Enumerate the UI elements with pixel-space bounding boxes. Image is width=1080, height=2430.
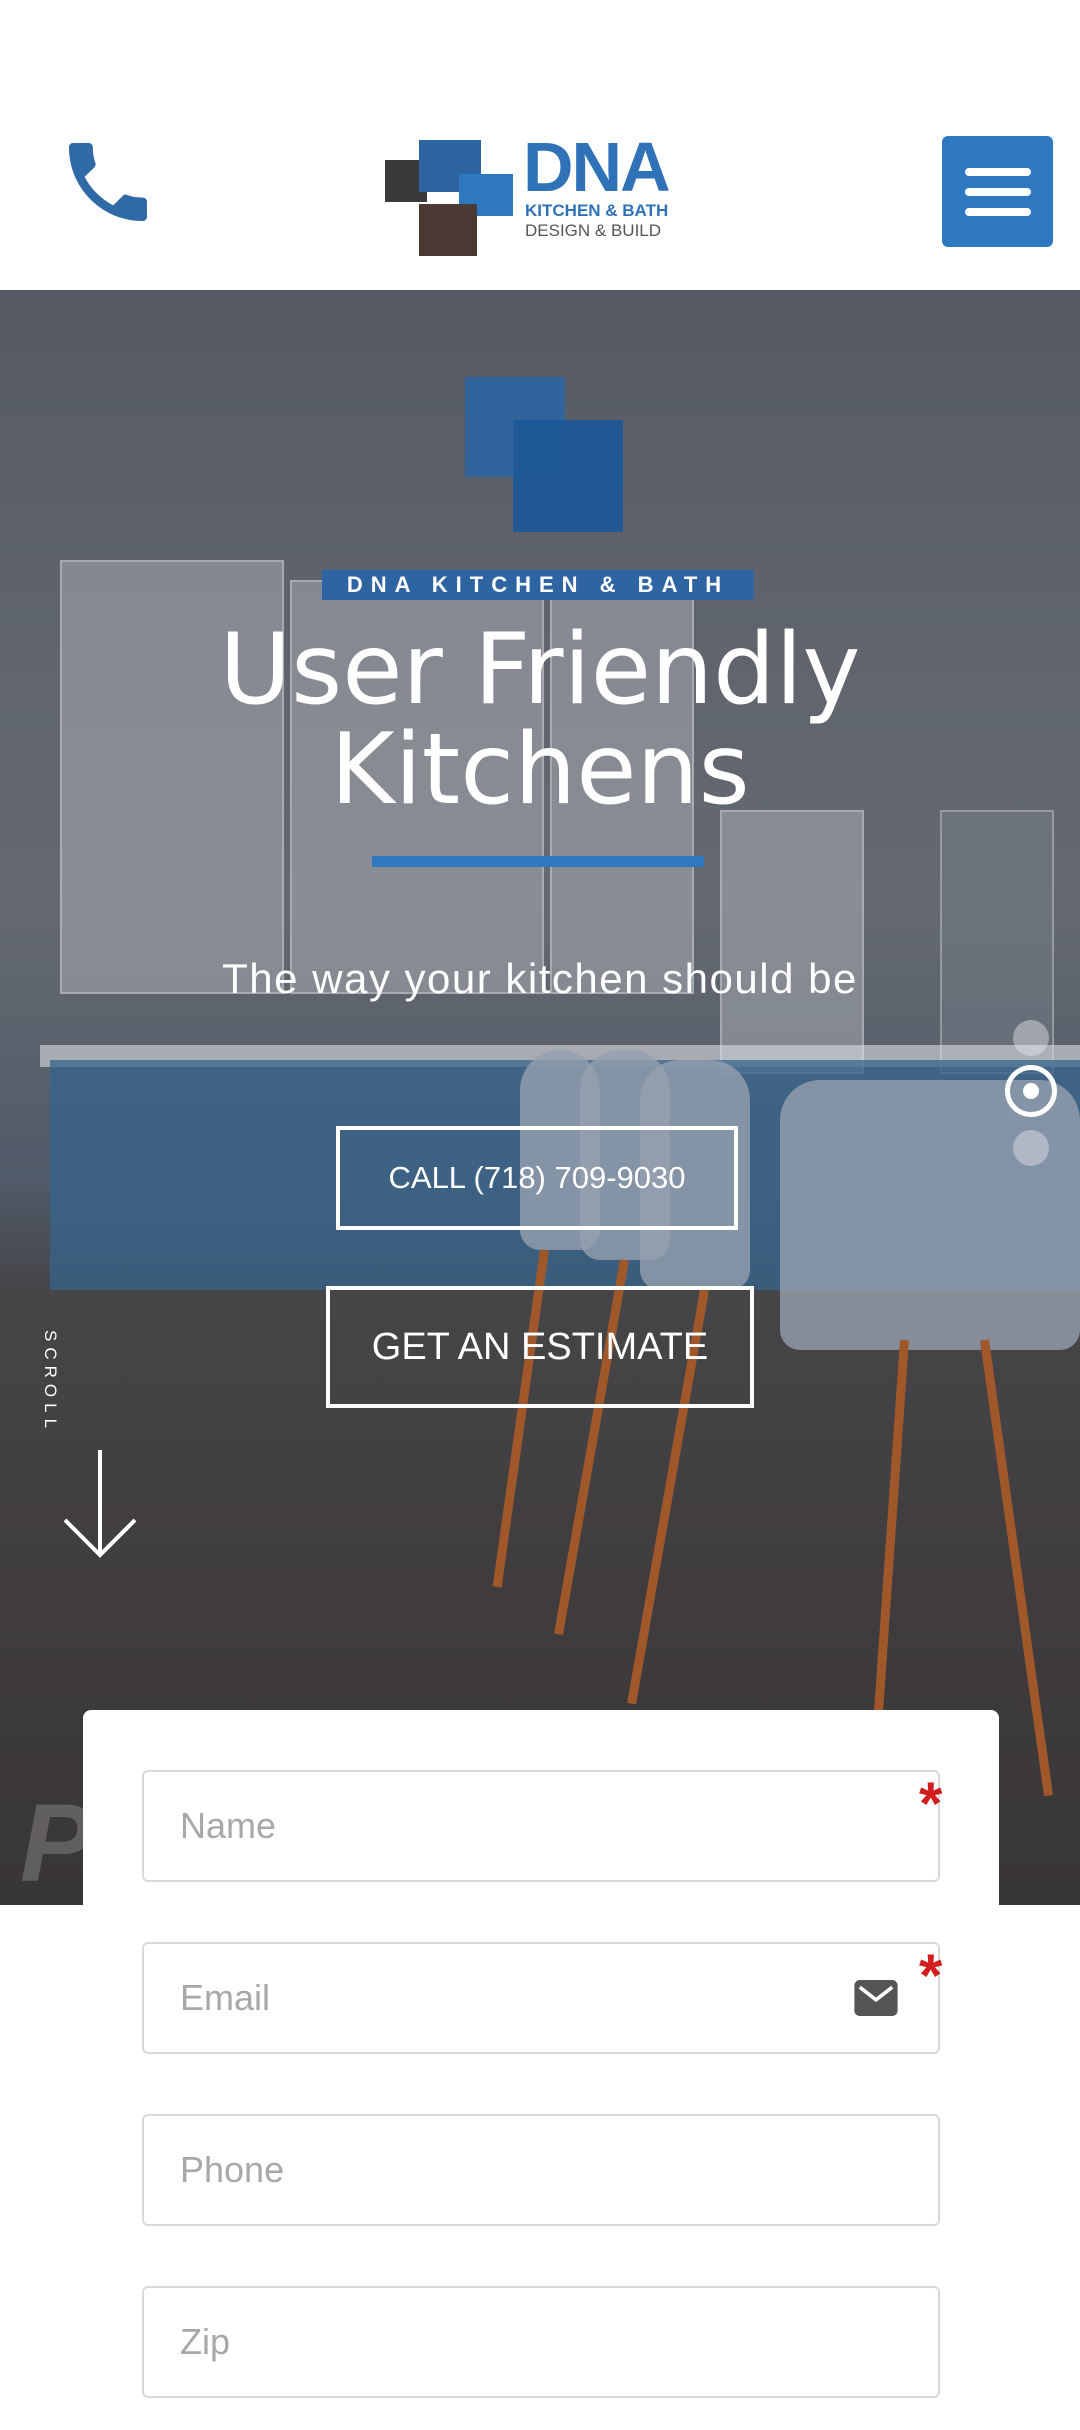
required-mark: * [919,1942,943,2009]
logo-square-brown [419,204,477,256]
scroll-label: SCROLL [41,1330,60,1435]
slider-dot-active[interactable] [1005,1065,1057,1117]
hamburger-menu-icon [965,208,1031,216]
hamburger-menu-icon [965,168,1031,176]
hero-subtitle: The way your kitchen should be [222,955,858,1002]
required-mark: * [919,1770,943,1837]
background-cabinet [720,810,864,1074]
scroll-down-arrow-icon[interactable] [60,1450,140,1560]
call-button[interactable]: CALL (718) 709-9030 [336,1126,738,1230]
mail-icon [854,1980,898,2016]
email-field[interactable] [142,1942,940,2054]
slider-dot[interactable] [1013,1130,1049,1166]
phone-field[interactable] [142,2114,940,2226]
slider-dot[interactable] [1013,1020,1049,1056]
hero-tag: DNA KITCHEN & BATH [322,570,754,600]
menu-button[interactable] [942,136,1053,247]
site-header: DNA KITCHEN & BATH DESIGN & BUILD [0,0,1080,290]
name-field[interactable] [142,1770,940,1882]
hero-section: DNA KITCHEN & BATH User Friendly Kitchen… [0,290,1080,1905]
logo-brand-text: DNA [523,128,671,206]
brand-logo[interactable]: DNA KITCHEN & BATH DESIGN & BUILD [385,132,695,256]
hero-title-line1: User Friendly [219,613,861,727]
logo-line1: KITCHEN & BATH [525,201,669,220]
hero-title: User Friendly Kitchens [0,620,1080,820]
phone-icon [69,143,147,221]
background-stool [780,1080,1080,1350]
get-estimate-button[interactable]: GET AN ESTIMATE [326,1286,754,1408]
estimate-form: * * [83,1710,999,2430]
hamburger-menu-icon [965,188,1031,196]
hero-title-line2: Kitchens [330,713,750,827]
hero-emblem [513,420,623,532]
logo-line2: DESIGN & BUILD [525,221,662,240]
hero-underline [372,856,704,867]
zip-field[interactable] [142,2286,940,2398]
